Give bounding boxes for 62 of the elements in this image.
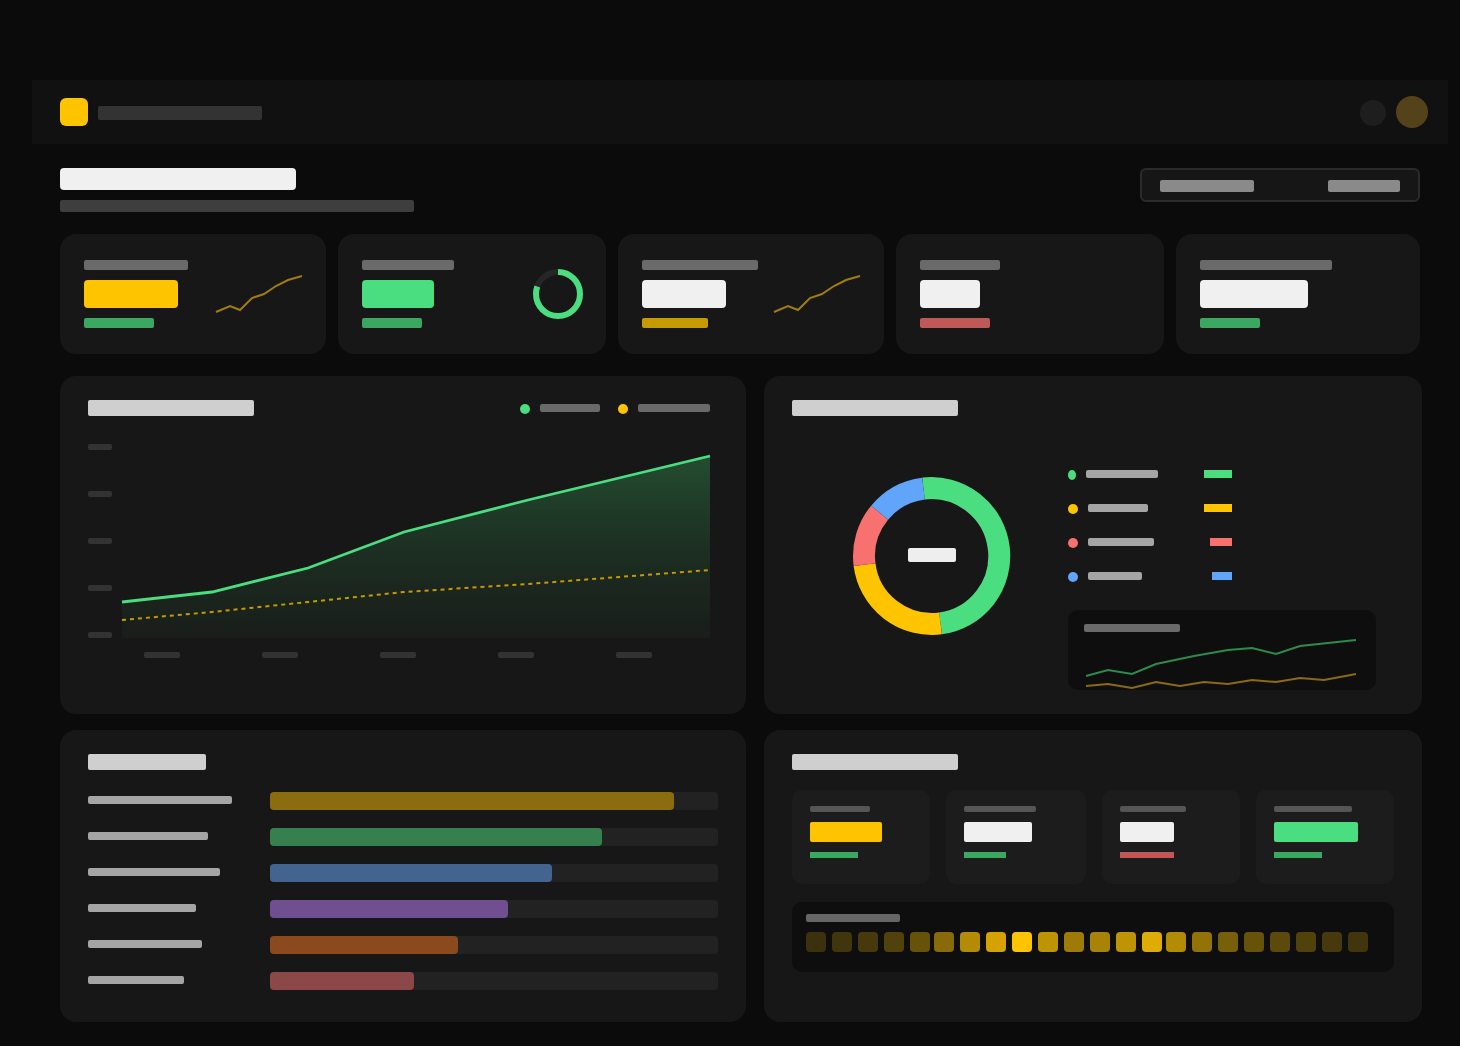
heatmap-cell — [909, 932, 930, 952]
logo-icon — [60, 98, 88, 126]
label-placeholder — [964, 806, 1037, 812]
legend-dot — [1068, 571, 1078, 581]
share-swatch — [1203, 470, 1232, 478]
heatmap-cell — [1347, 932, 1368, 952]
segmented-control[interactable] — [1140, 168, 1420, 202]
heatmap-cell — [1321, 932, 1342, 952]
option-placeholder[interactable] — [1160, 179, 1254, 191]
heatmap-cell — [1012, 932, 1033, 952]
heatmap-cell — [1038, 932, 1059, 952]
label-placeholder — [88, 796, 232, 804]
legend-placeholder — [1088, 538, 1154, 546]
legend-placeholder — [638, 404, 710, 412]
legend-dot — [1068, 503, 1078, 513]
share-swatch — [1204, 504, 1232, 512]
heatmap-cell — [1244, 932, 1265, 952]
label-placeholder — [1199, 260, 1332, 270]
label-placeholder — [920, 260, 1001, 270]
label-placeholder — [1273, 806, 1352, 812]
heatmap-cell — [1192, 932, 1213, 952]
label-placeholder — [810, 806, 870, 812]
heatmap-cell — [1218, 932, 1239, 952]
label-placeholder — [806, 914, 900, 922]
heatmap-cell — [1063, 932, 1084, 952]
heatmap-cell — [1295, 932, 1316, 952]
label-placeholder — [88, 868, 220, 876]
label-placeholder — [88, 940, 202, 948]
heatmap-cell — [986, 932, 1007, 952]
heatmap-cell — [1115, 932, 1136, 952]
share-swatch — [1212, 572, 1232, 580]
label-placeholder — [1119, 806, 1185, 812]
heatmap-cell — [934, 932, 955, 952]
label-placeholder — [641, 260, 758, 270]
heatmap-cell — [831, 932, 852, 952]
label-placeholder — [1084, 624, 1180, 632]
sparkline-drawing — [772, 270, 865, 318]
heatmap-cell — [1089, 932, 1110, 952]
label-placeholder — [88, 904, 196, 912]
progress-ring — [529, 266, 586, 322]
label-placeholder — [88, 832, 208, 840]
legend-placeholder — [1085, 470, 1158, 478]
legend-dot — [1068, 469, 1076, 479]
heatmap-cell — [1270, 932, 1291, 952]
label-placeholder — [84, 260, 188, 270]
heatmap-cell — [883, 932, 904, 952]
heatmap-cell — [960, 932, 981, 952]
label-placeholder — [88, 976, 184, 984]
legend-placeholder — [1088, 572, 1142, 580]
label-placeholder — [362, 260, 455, 270]
share-swatch — [1210, 538, 1232, 546]
sparkline-drawing — [214, 270, 307, 318]
legend-placeholder — [1088, 504, 1148, 512]
total-placeholder — [908, 548, 956, 562]
heatmap-cell — [1166, 932, 1187, 952]
heatmap-cell — [857, 932, 878, 952]
option-placeholder[interactable] — [1328, 179, 1400, 191]
heatmap-cell — [1141, 932, 1162, 952]
heatmap-cell — [806, 932, 826, 952]
legend-placeholder — [540, 404, 600, 412]
title-placeholder — [88, 754, 206, 770]
legend-dot — [1068, 537, 1078, 547]
